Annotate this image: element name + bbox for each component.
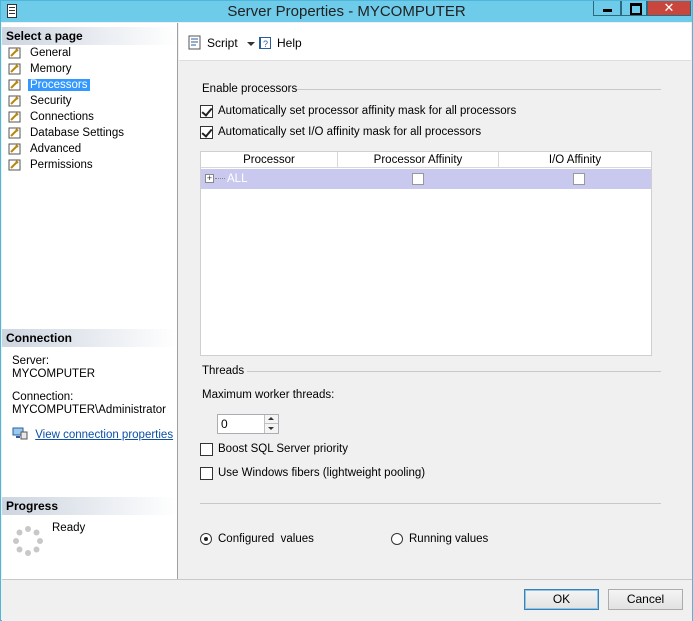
script-dropdown-arrow-icon[interactable] bbox=[247, 42, 255, 46]
wrench-page-icon bbox=[8, 79, 21, 91]
page-item-label: Memory bbox=[30, 63, 72, 75]
view-connection-properties[interactable]: View connection properties bbox=[12, 427, 173, 441]
checkbox-box[interactable] bbox=[200, 105, 213, 118]
wrench-page-icon bbox=[8, 143, 21, 155]
windows-fibers-checkbox[interactable]: Use Windows fibers (lightweight pooling) bbox=[200, 465, 425, 481]
enable-processors-group-label: Enable processors bbox=[202, 83, 298, 95]
help-button[interactable]: ? Help bbox=[255, 34, 302, 52]
spin-up-button[interactable] bbox=[264, 415, 278, 424]
script-label: Script bbox=[207, 36, 238, 50]
page-item-memory[interactable]: Memory bbox=[6, 61, 126, 77]
page-item-security[interactable]: Security bbox=[6, 93, 126, 109]
running-values-radio[interactable]: Running values bbox=[391, 531, 488, 547]
auto-io-affinity-checkbox[interactable]: Automatically set I/O affinity mask for … bbox=[200, 124, 481, 140]
expand-icon[interactable]: + bbox=[205, 174, 214, 183]
page-item-label: Permissions bbox=[30, 159, 93, 171]
maximize-button[interactable] bbox=[621, 1, 647, 16]
windows-fibers-label: Use Windows fibers (lightweight pooling) bbox=[218, 467, 426, 479]
page-item-label: General bbox=[30, 47, 71, 59]
processor-affinity-checkbox[interactable] bbox=[412, 173, 424, 185]
title-bar[interactable]: Server Properties - MYCOMPUTER ✕ bbox=[1, 1, 692, 22]
select-page-header: Select a page bbox=[2, 27, 177, 45]
close-button[interactable]: ✕ bbox=[647, 1, 691, 16]
page-item-general[interactable]: General bbox=[6, 45, 126, 61]
page-item-processors[interactable]: Processors bbox=[6, 77, 126, 93]
page-item-connections[interactable]: Connections bbox=[6, 109, 126, 125]
window-title: Server Properties - MYCOMPUTER bbox=[227, 3, 466, 20]
tree-connector bbox=[215, 178, 225, 179]
progress-spinner-icon bbox=[13, 526, 43, 556]
processors-page: Enable processors Automatically set proc… bbox=[179, 62, 691, 579]
page-list: General Memory Processors Security Conne… bbox=[6, 45, 126, 173]
page-item-label: Advanced bbox=[30, 143, 82, 155]
group-divider bbox=[247, 371, 661, 372]
left-pane: Select a page General Memory Processors … bbox=[2, 23, 178, 579]
bottom-divider bbox=[200, 503, 661, 504]
wrench-page-icon bbox=[8, 159, 21, 171]
connection-properties-icon bbox=[12, 427, 28, 440]
page-item-label: Security bbox=[30, 95, 72, 107]
radio-dot[interactable] bbox=[391, 533, 403, 545]
radio-dot[interactable] bbox=[200, 533, 212, 545]
wrench-page-icon bbox=[8, 95, 21, 107]
minimize-button[interactable] bbox=[593, 1, 621, 16]
max-worker-threads-stepper[interactable] bbox=[217, 414, 279, 434]
checkbox-box[interactable] bbox=[200, 126, 213, 139]
dialog-footer: OK Cancel bbox=[2, 579, 692, 621]
auto-processor-affinity-checkbox[interactable]: Automatically set processor affinity mas… bbox=[200, 103, 516, 119]
checkbox-box[interactable] bbox=[200, 443, 213, 456]
connection-label: Connection: bbox=[12, 391, 74, 403]
server-value: MYCOMPUTER bbox=[12, 368, 96, 380]
io-affinity-checkbox[interactable] bbox=[573, 173, 585, 185]
page-item-label: Database Settings bbox=[30, 127, 124, 139]
threads-group-label: Threads bbox=[202, 365, 245, 377]
group-divider bbox=[297, 89, 661, 90]
connection-info: Server: MYCOMPUTER Connection: MYCOMPUTE… bbox=[12, 355, 166, 417]
affinity-grid[interactable]: Processor Processor Affinity I/O Affinit… bbox=[200, 151, 652, 356]
configured-values-label: Configured values bbox=[218, 533, 314, 545]
page-item-advanced[interactable]: Advanced bbox=[6, 141, 126, 157]
checkbox-box[interactable] bbox=[200, 467, 213, 480]
max-worker-threads-label: Maximum worker threads: bbox=[202, 389, 335, 401]
page-item-label: Processors bbox=[28, 79, 90, 91]
auto-processor-affinity-label: Automatically set processor affinity mas… bbox=[218, 105, 517, 117]
column-header-processor-affinity[interactable]: Processor Affinity bbox=[338, 152, 499, 168]
connection-value: MYCOMPUTER\Administrator bbox=[12, 404, 166, 416]
server-properties-window: Server Properties - MYCOMPUTER ✕ Select … bbox=[0, 0, 693, 621]
script-button[interactable]: Script bbox=[185, 34, 255, 52]
ok-button[interactable]: OK bbox=[524, 589, 599, 610]
server-label: Server: bbox=[12, 355, 50, 367]
running-values-label: Running values bbox=[409, 533, 489, 545]
wrench-page-icon bbox=[8, 63, 21, 75]
svg-text:?: ? bbox=[263, 39, 268, 49]
progress-header: Progress bbox=[2, 497, 177, 515]
boost-priority-checkbox[interactable]: Boost SQL Server priority bbox=[200, 441, 348, 457]
close-icon: ✕ bbox=[663, 0, 675, 15]
configured-values-radio[interactable]: Configured values bbox=[200, 531, 314, 547]
page-item-label: Connections bbox=[30, 111, 94, 123]
boost-priority-label: Boost SQL Server priority bbox=[218, 443, 348, 455]
max-worker-threads-input[interactable] bbox=[218, 415, 264, 433]
help-book-icon: ? bbox=[259, 37, 271, 49]
column-header-processor[interactable]: Processor bbox=[201, 152, 338, 168]
connection-header: Connection bbox=[2, 329, 177, 347]
wrench-page-icon bbox=[8, 47, 21, 59]
progress-status: Ready bbox=[52, 522, 86, 534]
auto-io-affinity-label: Automatically set I/O affinity mask for … bbox=[218, 126, 482, 138]
table-row[interactable]: + ALL bbox=[201, 169, 651, 189]
column-header-io-affinity[interactable]: I/O Affinity bbox=[499, 152, 651, 168]
grid-header: Processor Processor Affinity I/O Affinit… bbox=[201, 152, 651, 168]
wrench-page-icon bbox=[8, 127, 21, 139]
wrench-page-icon bbox=[8, 111, 21, 123]
processor-name: ALL bbox=[227, 173, 248, 185]
help-label: Help bbox=[277, 36, 302, 50]
spin-down-button[interactable] bbox=[264, 424, 278, 433]
page-item-database-settings[interactable]: Database Settings bbox=[6, 125, 126, 141]
view-connection-properties-link[interactable]: View connection properties bbox=[35, 429, 173, 441]
cancel-button[interactable]: Cancel bbox=[608, 589, 683, 610]
toolbar: Script ? Help bbox=[179, 23, 691, 61]
script-icon bbox=[188, 35, 201, 50]
page-item-permissions[interactable]: Permissions bbox=[6, 157, 126, 173]
